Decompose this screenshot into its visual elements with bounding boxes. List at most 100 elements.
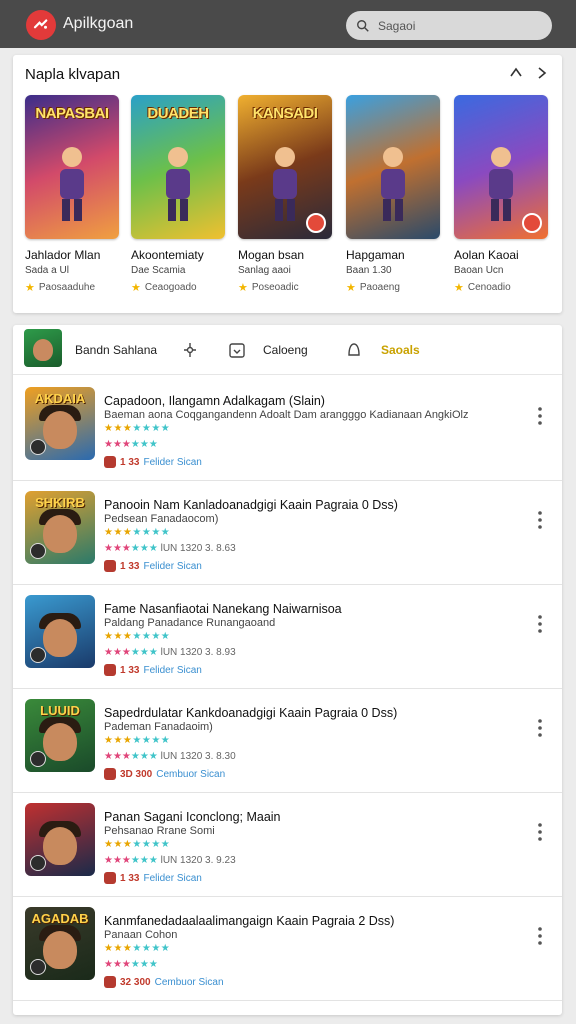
secondary-rating: ★★★★★★ <box>104 959 158 970</box>
app-meta: 3D 300 Cembuor Sican <box>104 768 225 780</box>
game-name: Jahlador Mlan <box>25 248 101 262</box>
list-item[interactable]: AKDAIA Capadoon, Ilangamn Adalkagam (Slai… <box>13 377 562 481</box>
app-subtitle: Baeman aona Coqgangandenn Adoalt Dam ara… <box>104 409 469 421</box>
app-title: Fame Nasanfiaotai Nanekang Naiwarnisoa <box>104 602 342 616</box>
character-figure <box>489 147 513 221</box>
app-title: Sapedrdulatar Kankdoanadgigi Kaain Pagra… <box>104 706 398 720</box>
badge-icon <box>522 213 542 233</box>
star-icon: ★ <box>238 282 248 294</box>
game-cover-image[interactable]: NAPASBAI <box>25 95 119 239</box>
meta-tag: Felider Sican <box>143 664 202 676</box>
star-rating: ★★★★★★★ <box>104 839 171 850</box>
thumb-face <box>43 619 77 657</box>
category-icon <box>104 768 116 780</box>
more-vert-icon[interactable] <box>532 509 548 531</box>
app-thumbnail[interactable]: AKDAIA <box>25 387 95 460</box>
app-title: Capadoon, Ilangamn Adalkagam (Slain) <box>104 394 325 408</box>
app-thumbnail[interactable] <box>25 595 95 668</box>
secondary-rating: ★★★★★★ lUN 1320 3. 8.63 <box>104 543 236 554</box>
secondary-rating: ★★★★★★ lUN 1320 3. 8.30 <box>104 751 236 762</box>
app-meta: 1 33 Felider Sican <box>104 872 202 884</box>
chevron-up-icon[interactable] <box>508 65 524 81</box>
game-name: Hapgaman <box>346 248 405 262</box>
app-subtitle: Panaan Cohon <box>104 929 178 941</box>
category-icon <box>104 976 116 988</box>
game-cover-image[interactable]: KANSADI <box>238 95 332 239</box>
filter-icon[interactable] <box>179 339 201 361</box>
meta-tag: Felider Sican <box>143 560 202 572</box>
game-cover-image[interactable] <box>454 95 548 239</box>
game-subtitle: Sada a Ul <box>25 265 69 276</box>
app-thumbnail[interactable]: SHKIRB <box>25 491 95 564</box>
star-rating: ★★★★★★★ <box>104 735 171 746</box>
game-card[interactable]: DUADEH Akoontemiaty Dae Scamia ★ Ceaogoado <box>131 95 227 294</box>
rating-label: Cenoadio <box>467 282 511 293</box>
game-name: Mogan bsan <box>238 248 305 262</box>
game-rating: ★ Paoaeng <box>346 281 442 294</box>
meta-count: 1 33 <box>120 560 140 572</box>
app-title: Apilkgoan <box>63 15 134 32</box>
app-thumbnail[interactable] <box>25 803 95 876</box>
chevron-right-icon[interactable] <box>534 65 550 81</box>
game-subtitle: Baan 1.30 <box>346 265 392 276</box>
thumb-face <box>43 411 77 449</box>
section-title: Napla klvapan <box>25 66 121 83</box>
game-cover-image[interactable]: DUADEH <box>131 95 225 239</box>
app-meta: 1 33 Felider Sican <box>104 664 202 676</box>
tab-item-2[interactable]: Saoals <box>381 343 420 357</box>
category-icon <box>104 456 116 468</box>
meta-count: 1 33 <box>120 456 140 468</box>
app-title: Kanmfanedadaalaalimangaign Kaain Pagraia… <box>104 914 395 928</box>
star-rating: ★★★★★★★ <box>104 423 171 434</box>
badge-icon <box>30 543 46 559</box>
calendar-icon[interactable] <box>226 339 248 361</box>
category-icon <box>104 872 116 884</box>
game-list-card: Bandn Sahlana Caloeng Saoals AKDAIA Capad… <box>13 325 562 1015</box>
badge-icon <box>30 855 46 871</box>
app-subtitle: Pehsanao Rrane Somi <box>104 825 215 837</box>
list-item[interactable]: AGADAB Kanmfanedadaalaalimangaign Kaain P… <box>13 897 562 1001</box>
star-icon: ★ <box>131 282 141 294</box>
search-input[interactable]: Sagaoi <box>346 11 552 40</box>
app-meta: 32 300 Cembuor Sican <box>104 976 224 988</box>
more-vert-icon[interactable] <box>532 405 548 427</box>
game-card[interactable]: NAPASBAI Jahlador Mlan Sada a Ul ★ Paosaaduh… <box>25 95 121 294</box>
star-icon: ★ <box>454 282 464 294</box>
game-card[interactable]: Hapgaman Baan 1.30 ★ Paoaeng <box>346 95 442 294</box>
more-vert-icon[interactable] <box>532 821 548 843</box>
thumb-title: SHKIRB <box>35 495 85 510</box>
more-vert-icon[interactable] <box>532 717 548 739</box>
bell-icon[interactable] <box>343 339 365 361</box>
category-icon <box>104 560 116 572</box>
list-item[interactable]: Panan Sagani Iconclong; Maain Pehsanao Rr… <box>13 793 562 897</box>
secondary-rating: ★★★★★★ lUN 1320 3. 8.93 <box>104 647 236 658</box>
badge-icon <box>30 439 46 455</box>
game-rating: ★ Poseoadic <box>238 281 334 294</box>
star-icon: ★ <box>346 282 356 294</box>
app-thumbnail[interactable]: AGADAB <box>25 907 95 980</box>
cover-title: NAPASBAI <box>35 105 109 122</box>
game-name: Akoontemiaty <box>131 248 204 262</box>
character-figure <box>60 147 84 221</box>
meta-count: 1 33 <box>120 872 140 884</box>
game-card[interactable]: KANSADI Mogan bsan Sanlag aaoi ★ Poseoadic <box>238 95 334 294</box>
more-vert-icon[interactable] <box>532 613 548 635</box>
game-cover-image[interactable] <box>346 95 440 239</box>
game-card[interactable]: Aolan Kaoai Baoan Ucn ★ Cenoadio <box>454 95 550 294</box>
app-subtitle: Pademan Fanadaoim) <box>104 721 213 733</box>
meta-tag: Felider Sican <box>143 456 202 468</box>
app-thumbnail[interactable]: LUUID <box>25 699 95 772</box>
tab-item-1[interactable]: Caloeng <box>263 343 308 357</box>
meta-tag: Cembuor Sican <box>156 768 226 780</box>
tab-item-0[interactable]: Bandn Sahlana <box>75 343 157 357</box>
filter-tabs: Bandn Sahlana Caloeng Saoals <box>13 325 562 375</box>
badge-icon <box>30 647 46 663</box>
list-item[interactable]: LUUID Sapedrdulatar Kankdoanadgigi Kaain … <box>13 689 562 793</box>
search-icon <box>357 19 369 32</box>
app-title: Panooin Nam Kanladoanadgigi Kaain Pagrai… <box>104 498 398 512</box>
gamepad-icon[interactable] <box>26 10 56 40</box>
list-item[interactable]: Fame Nasanfiaotai Nanekang Naiwarnisoa Pa… <box>13 585 562 689</box>
more-vert-icon[interactable] <box>532 925 548 947</box>
avatar[interactable] <box>24 329 62 367</box>
list-item[interactable]: SHKIRB Panooin Nam Kanladoanadgigi Kaain … <box>13 481 562 585</box>
